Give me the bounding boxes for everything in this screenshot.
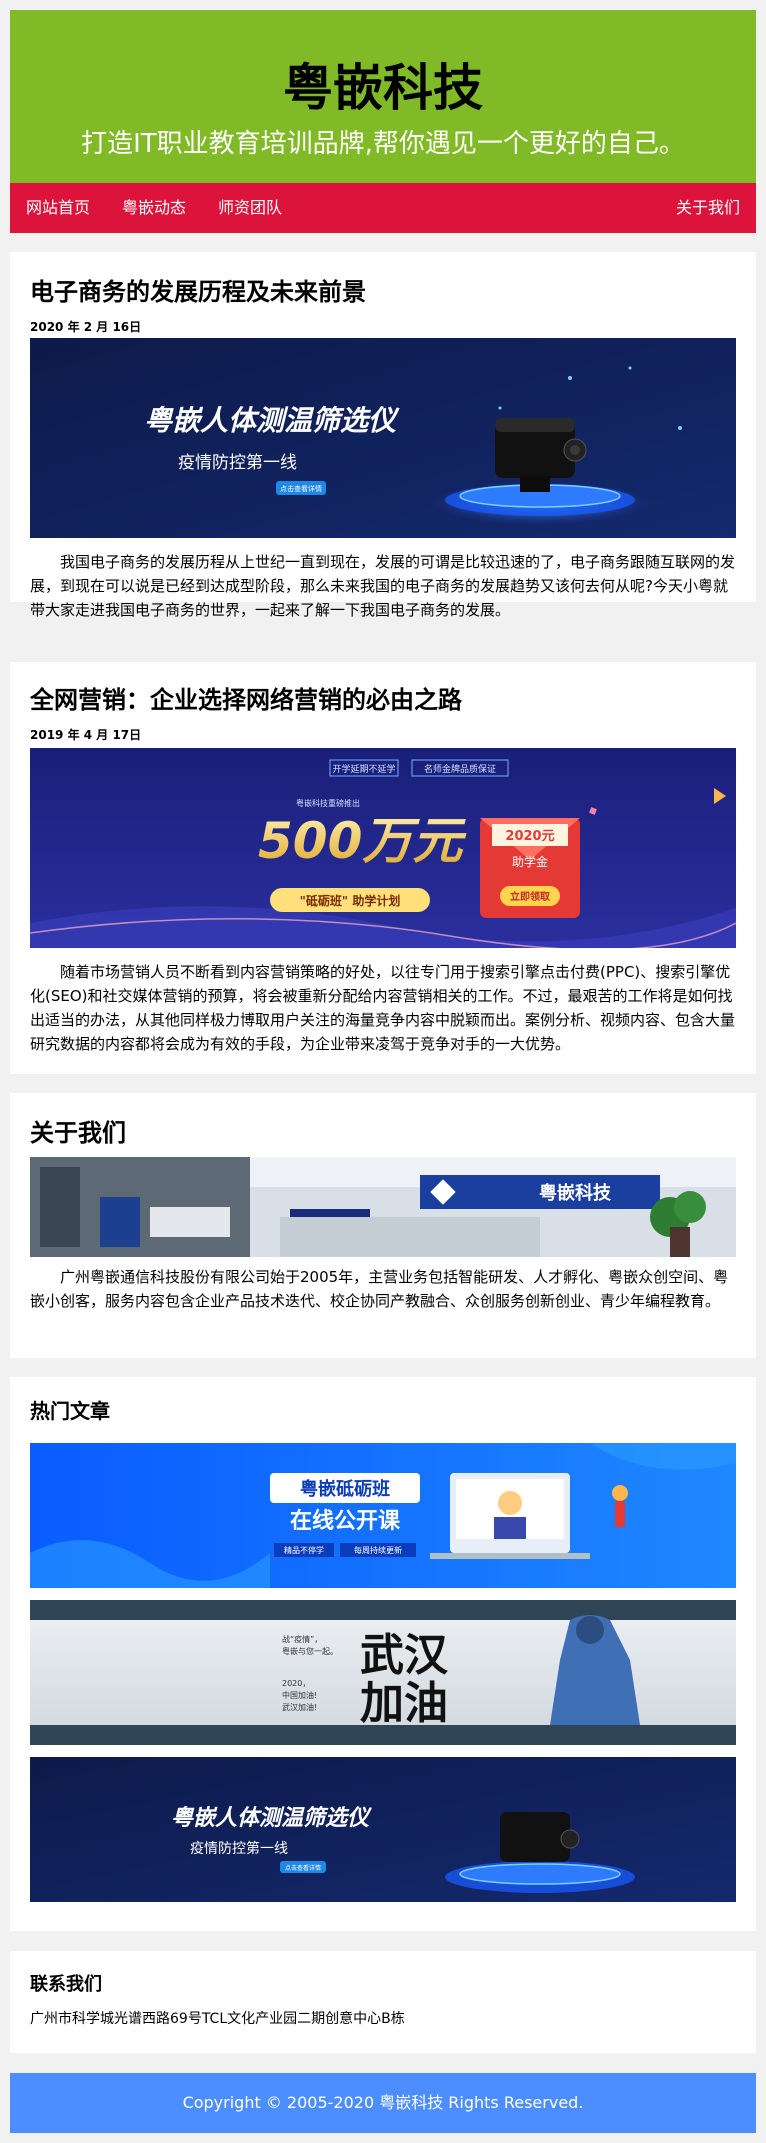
- banner-side-4: 中国加油!: [282, 1690, 317, 1700]
- banner-line-1: 粤嵌砥砺班: [300, 1478, 390, 1500]
- envelope-label: 助学金: [512, 854, 548, 869]
- article-title[interactable]: 电子商务的发展历程及未来前景: [30, 276, 366, 308]
- nav-item-news[interactable]: 粤嵌动态: [122, 183, 186, 233]
- banner-plan: "砥砺班" 助学计划: [300, 893, 401, 908]
- hot-articles-card: 热门文章 粤嵌砥砺班 在线公开课 精品不停学 每周持续更新 战“疫情”， 粤嵌与…: [10, 1377, 756, 1931]
- site-header: 粤嵌科技 打造IT职业教育培训品牌,帮你遇见一个更好的自己。: [10, 10, 756, 183]
- banner-tag-1: 开学延期不延学: [332, 763, 395, 775]
- banner-side-1: 战“疫情”，: [282, 1634, 322, 1644]
- contact-card: 联系我们 广州市科学城光谱西路69号TCL文化产业园二期创意中心B栋: [10, 1951, 756, 2053]
- banner-amount: 500万元: [258, 812, 467, 870]
- nav-item-about[interactable]: 关于我们: [676, 183, 740, 233]
- article-card: 电子商务的发展历程及未来前景 2020 年 2 月 16日 粤嵌人体测温筛选仪 …: [10, 252, 756, 619]
- banner-button-2: 每周持续更新: [354, 1545, 402, 1555]
- banner-headline: 粤嵌人体测温筛选仪: [171, 1805, 372, 1831]
- nav-item-home[interactable]: 网站首页: [26, 183, 90, 233]
- article-card: 全网营销：企业选择网络营销的必由之路 2019 年 4 月 17日 开学延期不延…: [10, 662, 756, 1074]
- thermometer-banner-image: 粤嵌人体测温筛选仪 疫情防控第一线 点击查看详情: [30, 338, 736, 538]
- banner-big-1: 武汉: [360, 1630, 449, 1681]
- article-banner[interactable]: 开学延期不延学 名师金牌品质保证 粤嵌科技重磅推出 500万元 "砥砺班" 助学…: [30, 748, 736, 948]
- hot-article-banner-2[interactable]: 战“疫情”， 粤嵌与您一起。 2020， 中国加油! 武汉加油! 武汉 加油: [30, 1600, 736, 1745]
- article-title[interactable]: 全网营销：企业选择网络营销的必由之路: [30, 684, 462, 716]
- hot-article-banner-3[interactable]: 粤嵌人体测温筛选仪 疫情防控第一线 点击查看详情: [30, 1757, 736, 1902]
- about-card: 关于我们 粤嵌科技 广州粤嵌通信科技股份有限公司始于2005年，主营业务包括智能…: [10, 1093, 756, 1358]
- article-body: 我国电子商务的发展历程从上世纪一直到现在，发展的可谓是比较迅速的了，电子商务跟随…: [30, 553, 736, 619]
- banner-subtitle: 疫情防控第一线: [190, 1840, 288, 1857]
- footer-copyright: Copyright © 2005-2020 粤嵌科技 Rights Reserv…: [182, 2093, 584, 2112]
- main-nav: 网站首页 粤嵌动态 师资团队 关于我们: [10, 183, 756, 233]
- open-class-banner-image: 粤嵌砥砺班 在线公开课 精品不停学 每周持续更新: [30, 1443, 736, 1588]
- article-date: 2019 年 4 月 17日: [30, 728, 142, 742]
- nav-item-teachers[interactable]: 师资团队: [218, 183, 282, 233]
- scholarship-banner-image: 开学延期不延学 名师金牌品质保证 粤嵌科技重磅推出 500万元 "砥砺班" 助学…: [30, 748, 736, 948]
- about-title: 关于我们: [30, 1119, 126, 1147]
- office-photo-image: 粤嵌科技: [30, 1157, 736, 1257]
- banner-tag-2: 名师金牌品质保证: [424, 763, 496, 775]
- office-sign-logo: 粤嵌科技: [539, 1182, 612, 1204]
- banner-top-line: 粤嵌科技重磅推出: [296, 798, 360, 808]
- banner-cta: 点击查看详情: [285, 1864, 321, 1872]
- site-footer: Copyright © 2005-2020 粤嵌科技 Rights Reserv…: [10, 2073, 756, 2133]
- banner-side-3: 2020，: [282, 1679, 310, 1688]
- site-slogan: 打造IT职业教育培训品牌,帮你遇见一个更好的自己。: [81, 129, 685, 159]
- article-body: 随着市场营销人员不断看到内容营销策略的好处，以往专门用于搜索引擎点击付费(PPC…: [30, 963, 736, 1053]
- banner-subtitle: 疫情防控第一线: [178, 453, 297, 473]
- contact-title: 联系我们: [30, 1974, 102, 1995]
- wuhan-banner-image: 战“疫情”， 粤嵌与您一起。 2020， 中国加油! 武汉加油! 武汉 加油: [30, 1600, 736, 1745]
- banner-headline: 粤嵌人体测温筛选仪: [144, 404, 400, 437]
- envelope-button: 立即领取: [510, 890, 551, 903]
- article-date: 2020 年 2 月 16日: [30, 320, 142, 334]
- about-banner: 粤嵌科技: [30, 1157, 736, 1257]
- banner-big-2: 加油: [360, 1678, 448, 1729]
- banner-side-5: 武汉加油!: [282, 1702, 317, 1712]
- article-banner[interactable]: 粤嵌人体测温筛选仪 疫情防控第一线 点击查看详情: [30, 338, 736, 538]
- hot-article-banner-1[interactable]: 粤嵌砥砺班 在线公开课 精品不停学 每周持续更新: [30, 1443, 736, 1588]
- banner-line-2: 在线公开课: [290, 1508, 401, 1534]
- about-body: 广州粤嵌通信科技股份有限公司始于2005年，主营业务包括智能研发、人才孵化、粤嵌…: [30, 1268, 729, 1310]
- envelope-amount: 2020元: [505, 829, 554, 844]
- thermometer-banner-image: 粤嵌人体测温筛选仪 疫情防控第一线 点击查看详情: [30, 1757, 736, 1902]
- site-title: 粤嵌科技: [283, 59, 483, 117]
- banner-side-2: 粤嵌与您一起。: [282, 1646, 338, 1656]
- contact-address: 广州市科学城光谱西路69号TCL文化产业园二期创意中心B栋: [30, 2011, 405, 2027]
- hot-articles-title: 热门文章: [30, 1399, 110, 1423]
- banner-button-1: 精品不停学: [284, 1545, 324, 1555]
- banner-cta: 点击查看详情: [280, 484, 322, 493]
